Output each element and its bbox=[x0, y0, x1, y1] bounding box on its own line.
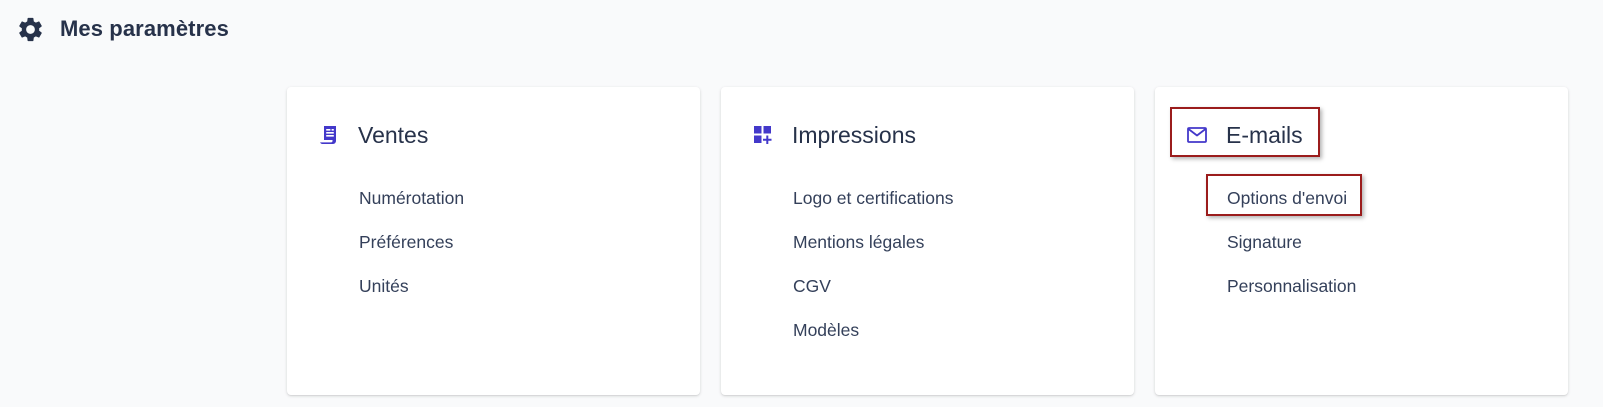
mail-icon bbox=[1186, 124, 1208, 146]
card-title: Ventes bbox=[358, 121, 429, 148]
menu-item-unites[interactable]: Unités bbox=[359, 272, 464, 316]
card-menu: Numérotation Préférences Unités bbox=[359, 184, 464, 316]
card-header-emails: E-mails bbox=[1186, 120, 1303, 150]
menu-item-signature[interactable]: Signature bbox=[1227, 228, 1356, 272]
card-header-ventes: Ventes bbox=[318, 120, 428, 150]
card-menu: Options d'envoi Signature Personnalisati… bbox=[1227, 184, 1356, 316]
receipt-icon bbox=[318, 124, 340, 146]
card-title: Impressions bbox=[792, 121, 916, 148]
page-header: Mes paramètres bbox=[16, 13, 229, 45]
card-emails: E-mails Options d'envoi Signature Person… bbox=[1155, 87, 1568, 395]
settings-page: Mes paramètres Ventes Numérotation Préfé… bbox=[0, 0, 1603, 407]
menu-item-cgv[interactable]: CGV bbox=[793, 272, 954, 316]
menu-item-modeles[interactable]: Modèles bbox=[793, 316, 954, 360]
menu-item-numerotation[interactable]: Numérotation bbox=[359, 184, 464, 228]
card-header-impressions: Impressions bbox=[752, 120, 916, 150]
menu-item-options-envoi[interactable]: Options d'envoi bbox=[1227, 184, 1356, 228]
card-impressions: Impressions Logo et certifications Menti… bbox=[721, 87, 1134, 395]
menu-item-preferences[interactable]: Préférences bbox=[359, 228, 464, 272]
menu-item-logo-certifications[interactable]: Logo et certifications bbox=[793, 184, 954, 228]
card-menu: Logo et certifications Mentions légales … bbox=[793, 184, 954, 360]
menu-item-mentions-legales[interactable]: Mentions légales bbox=[793, 228, 954, 272]
card-title: E-mails bbox=[1226, 121, 1303, 148]
dashboard-add-icon bbox=[752, 124, 774, 146]
card-ventes: Ventes Numérotation Préférences Unités bbox=[287, 87, 700, 395]
gear-icon bbox=[16, 15, 45, 44]
page-title: Mes paramètres bbox=[60, 16, 229, 41]
menu-item-personnalisation[interactable]: Personnalisation bbox=[1227, 272, 1356, 316]
